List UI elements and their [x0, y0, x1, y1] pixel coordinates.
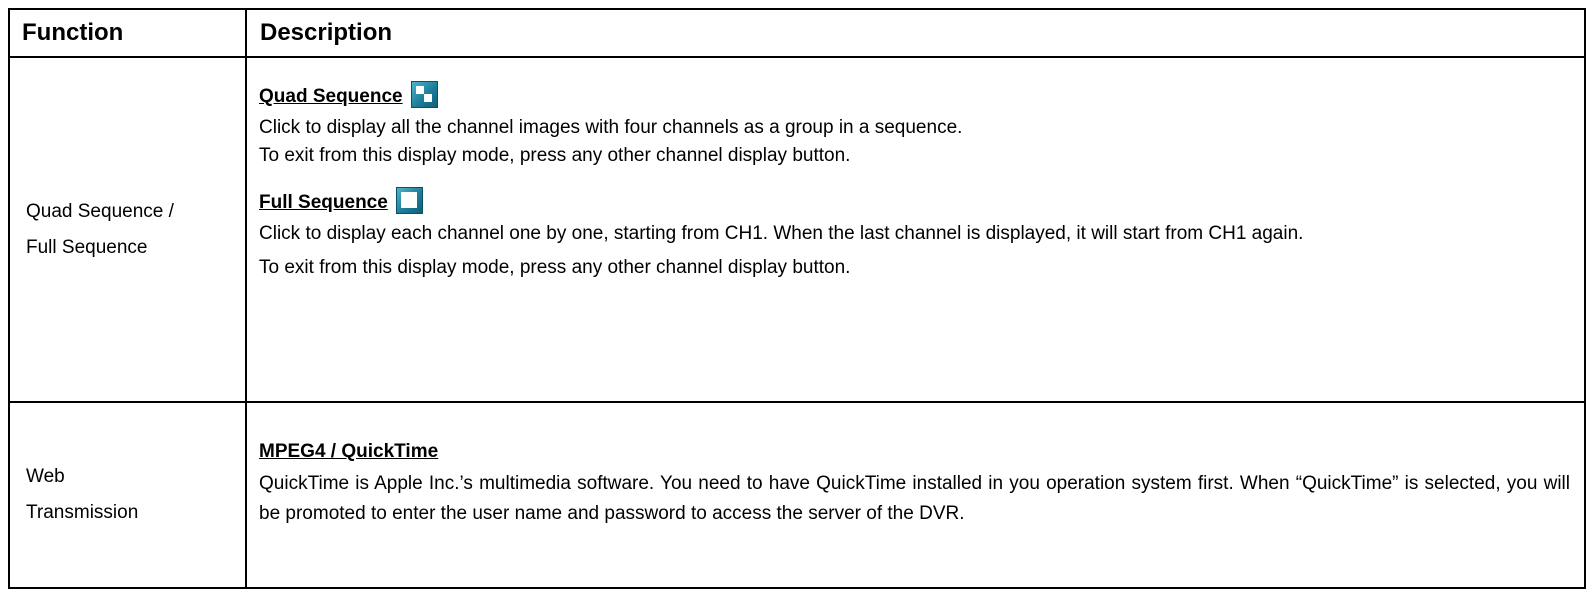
description-cell: MPEG4 / QuickTime QuickTime is Apple Inc… [247, 403, 1584, 587]
function-label-line: Web [26, 466, 65, 487]
function-label-line: Transmission [26, 502, 139, 523]
section-title-mpeg4-quicktime: MPEG4 / QuickTime [259, 441, 439, 462]
table-row: Web Transmission MPEG4 / QuickTime Quick… [10, 403, 1584, 587]
function-cell: Quad Sequence / Full Sequence [10, 58, 247, 401]
function-cell: Web Transmission [10, 403, 247, 587]
description-cell: Quad Sequence Click to display all the c… [247, 58, 1584, 401]
table-row: Quad Sequence / Full Sequence Quad Seque… [10, 58, 1584, 403]
section-title-quad-sequence: Quad Sequence [259, 81, 438, 108]
section-title-full-sequence: Full Sequence [259, 187, 423, 214]
quad-sequence-icon [410, 81, 438, 108]
description-text: Click to display each channel one by one… [259, 223, 1304, 244]
description-text: To exit from this display mode, press an… [259, 257, 851, 278]
header-function: Function [10, 10, 247, 56]
function-label-line: Quad Sequence / [26, 200, 174, 222]
description-text: QuickTime is Apple Inc.’s multimedia sof… [259, 473, 1570, 524]
header-description: Description [260, 19, 393, 46]
description-text: To exit from this display mode, press an… [259, 145, 851, 166]
function-label-line: Full Sequence [26, 236, 148, 258]
full-sequence-icon [395, 187, 423, 214]
function-table: Function Description Quad Sequence / Ful… [8, 8, 1586, 589]
table-header: Function Description [10, 10, 1584, 58]
description-text: Click to display all the channel images … [259, 117, 963, 138]
